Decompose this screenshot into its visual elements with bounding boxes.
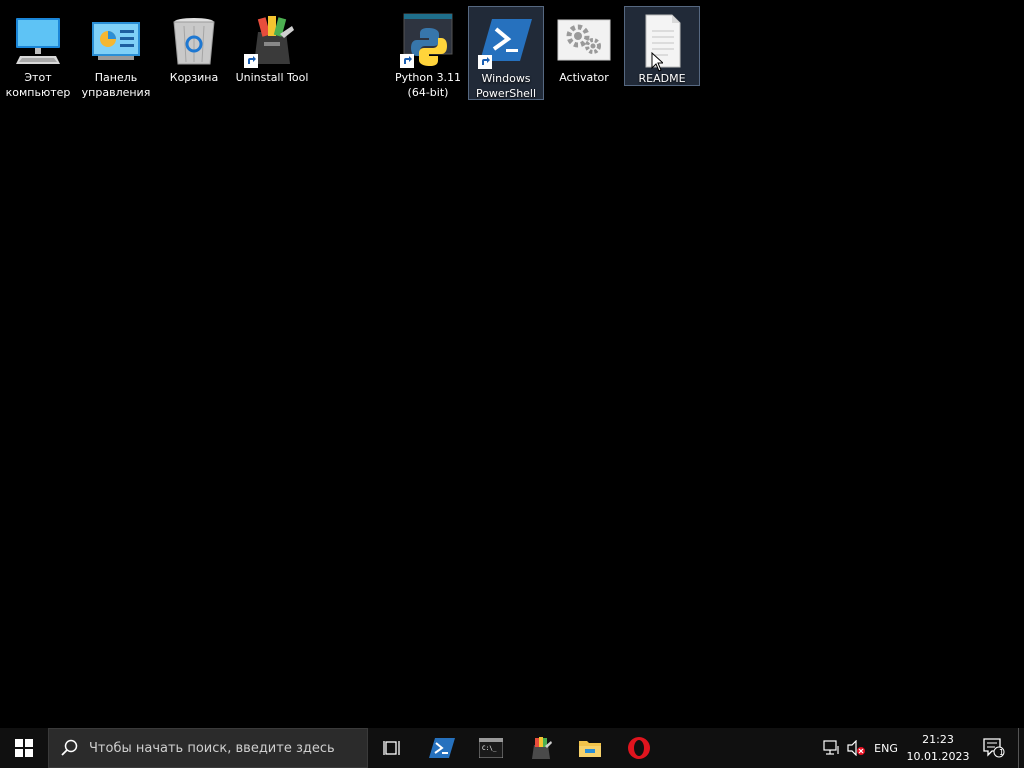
task-view-button[interactable] [368, 728, 416, 768]
desktop-icon-label: Корзина [169, 71, 219, 84]
desktop-icon-control-panel[interactable]: Панель управления [78, 6, 154, 100]
desktop[interactable]: Этот компьютер Панель управления Корзина… [0, 0, 1024, 728]
volume-control[interactable] [844, 728, 868, 768]
clock-date: 10.01.2023 [906, 750, 970, 763]
text-file-icon [634, 13, 690, 69]
search-icon [61, 739, 78, 756]
action-center-button[interactable]: 1 [976, 728, 1012, 768]
gears-icon [556, 12, 612, 68]
windows-logo-icon [15, 739, 33, 757]
volume-muted-icon [847, 740, 865, 756]
shortcut-arrow-icon [400, 54, 414, 68]
clock[interactable]: 21:23 10.01.2023 [904, 728, 972, 768]
desktop-icon-label: README [638, 72, 686, 85]
python-icon [400, 12, 456, 68]
task-view-icon [383, 741, 400, 755]
svg-text:C:\_: C:\_ [482, 745, 497, 752]
uninstall-tool-icon [244, 12, 300, 68]
network-icon [823, 740, 839, 755]
powershell-icon [478, 13, 534, 69]
desktop-icon-label: Панель управления [81, 71, 151, 99]
desktop-icon-this-pc[interactable]: Этот компьютер [0, 6, 76, 100]
desktop-icon-label: Uninstall Tool [235, 71, 309, 84]
taskbar-uninstall-tool-button[interactable] [516, 728, 566, 768]
taskbar-file-explorer-button[interactable] [566, 728, 614, 768]
desktop-icon-label: Windows PowerShell [475, 72, 537, 100]
language-indicator[interactable]: ENG [870, 728, 902, 768]
powershell-icon [429, 738, 455, 758]
computer-icon [10, 12, 66, 68]
file-explorer-icon [579, 741, 601, 757]
shortcut-arrow-icon [244, 54, 258, 68]
control-panel-icon [88, 12, 144, 68]
recycle-bin-icon [166, 12, 222, 68]
taskbar-command-prompt-button[interactable]: C:\_ [466, 728, 516, 768]
desktop-icon-activator[interactable]: Activator [546, 6, 622, 100]
start-button[interactable] [0, 728, 48, 768]
taskbar: Чтобы начать поиск, введите здесь C:\_ E… [0, 728, 1024, 768]
desktop-icon-label: Activator [559, 71, 609, 84]
taskbar-opera-button[interactable] [614, 728, 664, 768]
search-box[interactable]: Чтобы начать поиск, введите здесь [48, 728, 368, 768]
opera-icon [628, 737, 650, 759]
network-status[interactable] [820, 728, 844, 768]
desktop-icon-recycle-bin[interactable]: Корзина [156, 6, 232, 100]
notification-count-badge: 1 [999, 748, 1005, 757]
language-label: ENG [874, 741, 898, 755]
search-placeholder: Чтобы начать поиск, введите здесь [89, 740, 335, 756]
desktop-icon-label: Python 3.11 (64-bit) [394, 71, 462, 99]
clock-time: 21:23 [922, 733, 954, 746]
show-desktop-button[interactable] [1018, 728, 1024, 768]
command-prompt-icon: C:\_ [479, 738, 503, 758]
shortcut-arrow-icon [478, 55, 492, 69]
taskbar-powershell-button[interactable] [418, 728, 466, 768]
desktop-icon-uninstall-tool[interactable]: Uninstall Tool [234, 6, 310, 100]
desktop-icon-python[interactable]: Python 3.11 (64-bit) [390, 6, 466, 100]
desktop-icon-label: Этот компьютер [5, 71, 71, 99]
uninstall-tool-icon [532, 737, 552, 759]
desktop-icon-powershell[interactable]: Windows PowerShell [468, 6, 544, 100]
desktop-icon-readme[interactable]: README [624, 6, 700, 86]
